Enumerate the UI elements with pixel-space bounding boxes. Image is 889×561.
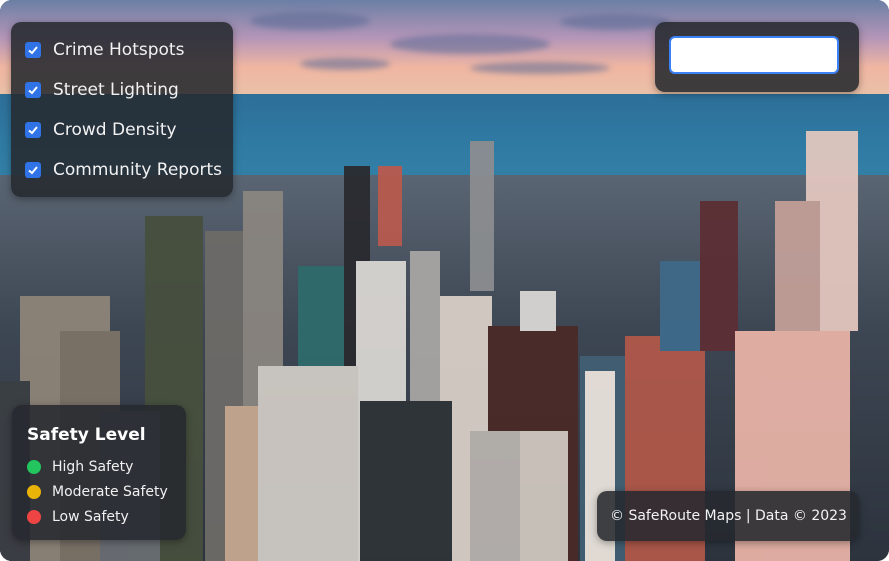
- layer-label: Crowd Density: [53, 120, 177, 140]
- layer-label: Crime Hotspots: [53, 40, 185, 60]
- green-dot-icon: [27, 460, 41, 474]
- checkbox-checked-icon[interactable]: [25, 122, 41, 138]
- checkbox-checked-icon[interactable]: [25, 162, 41, 178]
- red-dot-icon: [27, 510, 41, 524]
- attribution-text: © SafeRoute Maps | Data © 2023: [610, 508, 847, 524]
- legend-item-low: Low Safety: [27, 507, 129, 527]
- layer-label: Street Lighting: [53, 80, 179, 100]
- safety-legend: Safety Level High Safety Moderate Safety…: [12, 405, 186, 540]
- layer-label: Community Reports: [53, 160, 223, 180]
- layer-toggle-panel: Crime Hotspots Street Lighting Crowd Den…: [11, 22, 233, 197]
- map-view[interactable]: Crime Hotspots Street Lighting Crowd Den…: [0, 0, 889, 561]
- checkbox-checked-icon[interactable]: [25, 42, 41, 58]
- legend-label: Low Safety: [52, 509, 129, 525]
- checkbox-checked-icon[interactable]: [25, 82, 41, 98]
- search-input[interactable]: [669, 36, 839, 74]
- legend-item-moderate: Moderate Safety: [27, 482, 168, 502]
- layer-toggle-crime-hotspots[interactable]: Crime Hotspots: [25, 38, 184, 62]
- legend-label: Moderate Safety: [52, 484, 168, 500]
- layer-toggle-crowd-density[interactable]: Crowd Density: [25, 118, 177, 142]
- search-panel: [655, 22, 859, 92]
- legend-title: Safety Level: [27, 425, 146, 445]
- legend-label: High Safety: [52, 459, 134, 475]
- layer-toggle-community-reports[interactable]: Community Reports: [25, 158, 222, 182]
- yellow-dot-icon: [27, 485, 41, 499]
- attribution-panel: © SafeRoute Maps | Data © 2023: [597, 491, 859, 541]
- legend-item-high: High Safety: [27, 457, 133, 477]
- layer-toggle-street-lighting[interactable]: Street Lighting: [25, 78, 179, 102]
